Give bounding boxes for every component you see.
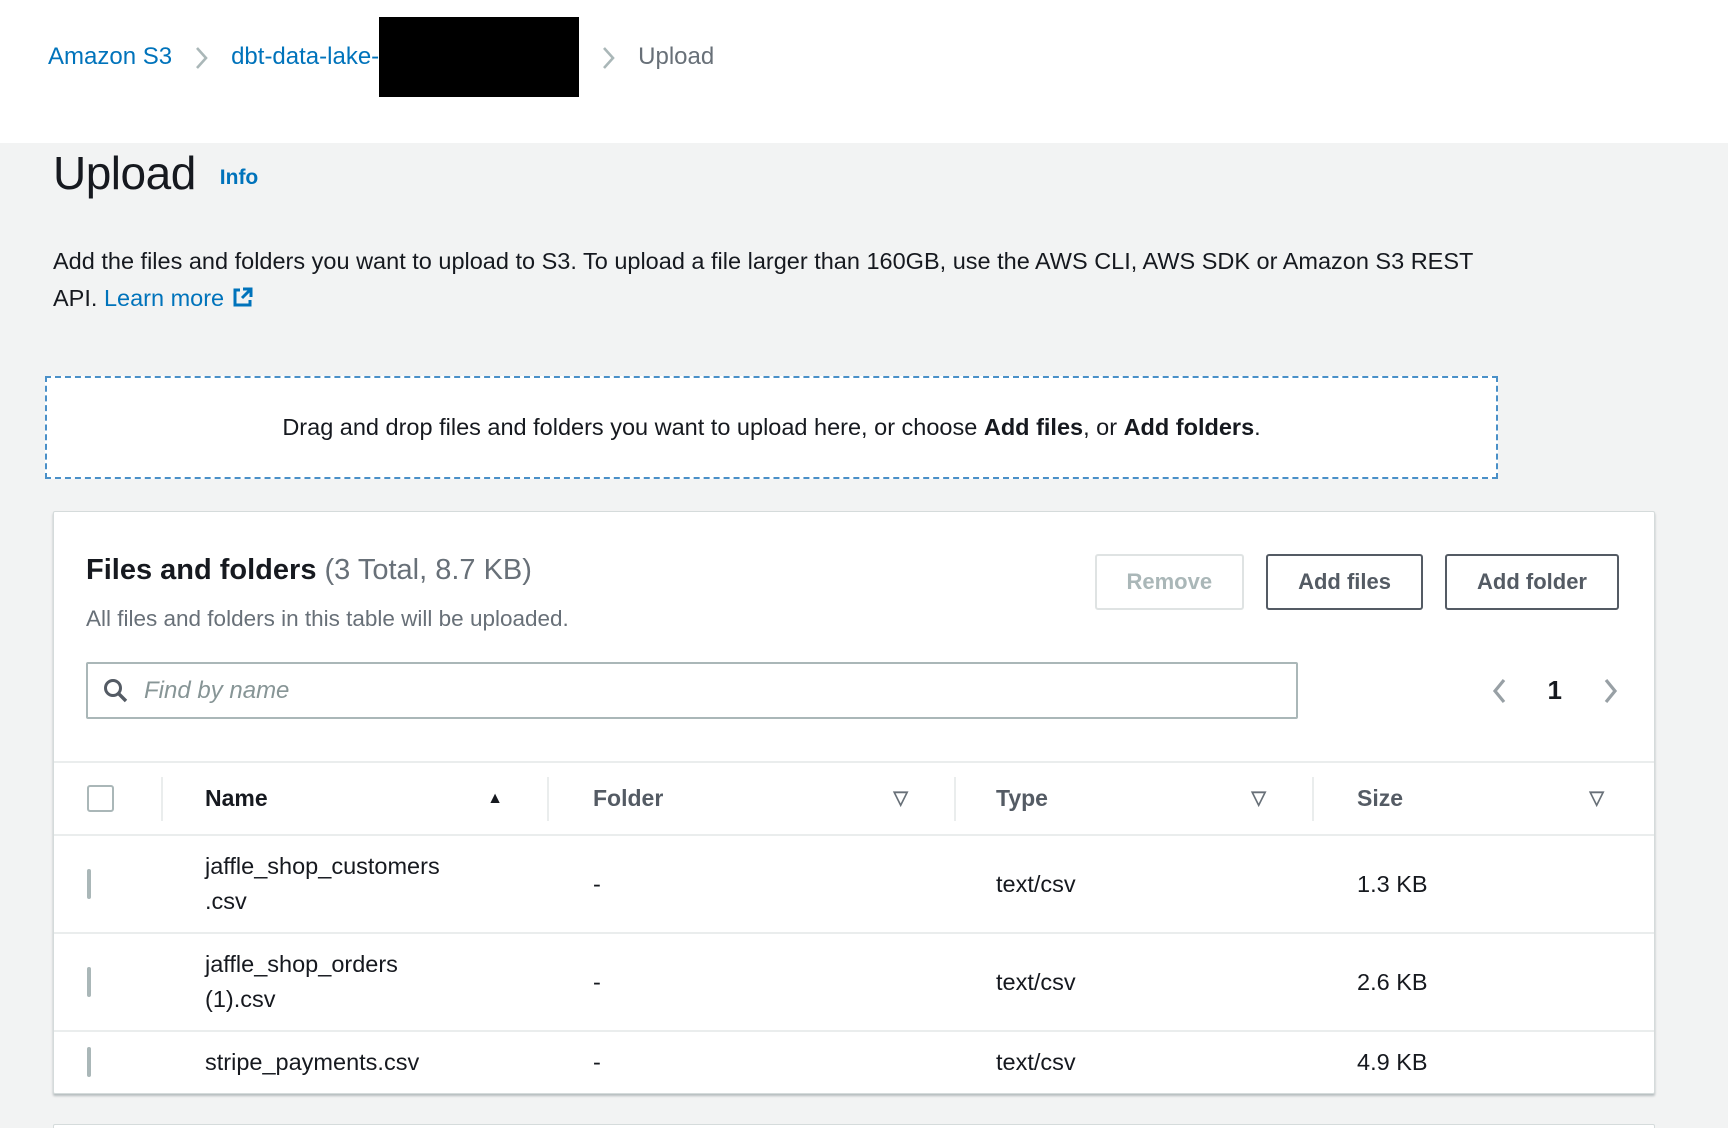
search-icon (102, 677, 129, 709)
info-link[interactable]: Info (220, 166, 258, 199)
file-size: 4.9 KB (1312, 1045, 1656, 1080)
breadcrumb-bar: Amazon S3 dbt-data-lake- Upload (0, 0, 1728, 143)
file-type: text/csv (954, 965, 1312, 1000)
file-size: 1.3 KB (1312, 867, 1656, 902)
column-header-name[interactable]: Name ▲ (161, 763, 547, 834)
page-title: Upload (53, 147, 196, 199)
panel-header: Files and folders (3 Total, 8.7 KB) All … (54, 550, 1654, 632)
file-folder: - (547, 867, 954, 902)
files-and-folders-panel: Files and folders (3 Total, 8.7 KB) All … (53, 511, 1655, 1094)
table-row: jaffle_shop_orders (1).csv - text/csv 2.… (54, 934, 1654, 1032)
column-header-type: Type ▽ (954, 763, 1312, 834)
table-row: stripe_payments.csv - text/csv 4.9 KB (54, 1032, 1654, 1093)
intro-text: Add the files and folders you want to up… (53, 248, 1473, 311)
file-name: jaffle_shop_customers.csv (205, 849, 445, 919)
file-type: text/csv (954, 867, 1312, 902)
previous-page-button[interactable] (1491, 676, 1508, 706)
external-link-icon (231, 283, 254, 320)
panel-title: Files and folders (3 Total, 8.7 KB) (86, 550, 569, 590)
select-all-checkbox[interactable] (87, 785, 114, 812)
breadcrumb-bucket[interactable]: dbt-data-lake- (231, 43, 579, 71)
current-page[interactable]: 1 (1548, 675, 1562, 706)
chevron-right-icon (194, 45, 209, 71)
next-page-button[interactable] (1602, 676, 1619, 706)
remove-button[interactable]: Remove (1095, 554, 1245, 610)
file-size: 2.6 KB (1312, 965, 1656, 1000)
files-table: Name ▲ Folder ▽ Type ▽ Size ▽ jaffle_sho… (54, 761, 1654, 1093)
panel-subtitle: All files and folders in this table will… (86, 606, 569, 632)
file-folder: - (547, 1045, 954, 1080)
file-folder: - (547, 965, 954, 1000)
row-checkbox[interactable] (87, 1047, 91, 1077)
search-field (86, 662, 1298, 719)
panel-header-text: Files and folders (3 Total, 8.7 KB) All … (86, 550, 569, 632)
learn-more-link[interactable]: Learn more (104, 285, 224, 311)
breadcrumb: Amazon S3 dbt-data-lake- Upload (48, 43, 714, 71)
table-row: jaffle_shop_customers.csv - text/csv 1.3… (54, 836, 1654, 934)
file-name: jaffle_shop_orders (1).csv (205, 947, 445, 1017)
breadcrumb-bucket-label: dbt-data-lake- (231, 43, 379, 70)
search-input[interactable] (86, 662, 1298, 719)
filter-icon[interactable]: ▽ (893, 787, 908, 810)
column-header-size: Size ▽ (1312, 763, 1656, 834)
page-header: Upload Info (53, 147, 1728, 199)
filter-icon[interactable]: ▽ (1251, 787, 1266, 810)
dropzone-text: Drag and drop files and folders you want… (282, 414, 1260, 441)
breadcrumb-amazon-s3[interactable]: Amazon S3 (48, 43, 172, 71)
row-checkbox[interactable] (87, 869, 91, 899)
next-panel-edge (53, 1124, 1655, 1128)
chevron-right-icon (601, 45, 616, 71)
file-name: stripe_payments.csv (205, 1045, 445, 1080)
pagination: 1 (1491, 675, 1619, 706)
drag-and-drop-zone[interactable]: Drag and drop files and folders you want… (45, 376, 1498, 479)
redaction-box (379, 17, 579, 97)
add-files-button[interactable]: Add files (1266, 554, 1423, 610)
panel-count: (3 Total, 8.7 KB) (325, 554, 532, 586)
sort-ascending-icon[interactable]: ▲ (487, 790, 503, 808)
chevron-right-icon (1602, 676, 1619, 706)
row-checkbox[interactable] (87, 967, 91, 997)
file-type: text/csv (954, 1045, 1312, 1080)
breadcrumb-upload: Upload (638, 43, 714, 71)
filter-icon[interactable]: ▽ (1589, 787, 1604, 810)
intro-paragraph: Add the files and folders you want to up… (53, 243, 1498, 320)
add-folder-button[interactable]: Add folder (1445, 554, 1619, 610)
table-header-row: Name ▲ Folder ▽ Type ▽ Size ▽ (54, 761, 1654, 836)
column-header-folder: Folder ▽ (547, 763, 954, 834)
panel-actions: Remove Add files Add folder (1095, 554, 1620, 610)
chevron-left-icon (1491, 676, 1508, 706)
header-checkbox-cell (54, 763, 161, 834)
search-row: 1 (54, 662, 1654, 719)
